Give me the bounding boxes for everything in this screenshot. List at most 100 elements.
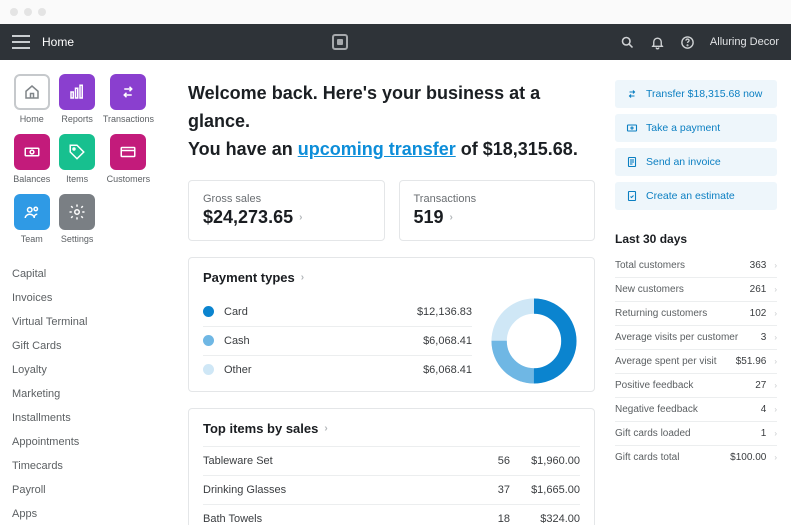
sidebar-link-gift-cards[interactable]: Gift Cards <box>12 334 154 358</box>
sidebar-link-virtual-terminal[interactable]: Virtual Terminal <box>12 310 154 334</box>
sidebar-link-marketing[interactable]: Marketing <box>12 382 154 406</box>
cash-icon <box>14 134 50 170</box>
square-logo-icon <box>332 34 348 50</box>
last-30-days-title: Last 30 days <box>615 232 777 246</box>
quick-action-estimate[interactable]: Create an estimate <box>615 182 777 210</box>
quick-action-label: Create an estimate <box>646 190 735 202</box>
payment-types-card: Payment types› Card$12,136.83Cash$6,068.… <box>188 257 595 392</box>
sidebar-link-capital[interactable]: Capital <box>12 262 154 286</box>
last30-value: 4 <box>761 404 767 415</box>
payment-type-name: Other <box>224 364 423 376</box>
nav-tile-transactions[interactable]: Transactions <box>103 74 154 124</box>
legend-dot-icon <box>203 335 214 346</box>
payment-type-value: $6,068.41 <box>423 335 472 347</box>
home-icon <box>14 74 50 110</box>
chevron-right-icon: › <box>774 333 777 342</box>
quick-action-label: Transfer $18,315.68 now <box>646 88 762 100</box>
sidebar-link-invoices[interactable]: Invoices <box>12 286 154 310</box>
payment-type-name: Card <box>224 306 417 318</box>
tag-icon <box>59 134 95 170</box>
chevron-right-icon[interactable]: › <box>301 272 304 283</box>
payment-type-value: $6,068.41 <box>423 364 472 376</box>
top-item-row: Drinking Glasses37$1,665.00 <box>203 475 580 504</box>
payment-type-row: Cash$6,068.41 <box>203 326 472 355</box>
last30-row[interactable]: New customers261› <box>615 277 777 301</box>
transactions-value: 519 <box>414 207 444 228</box>
nav-tile-settings[interactable]: Settings <box>57 194 96 244</box>
top-item-amount: $1,960.00 <box>510 455 580 467</box>
nav-tile-team[interactable]: Team <box>12 194 51 244</box>
last30-row[interactable]: Positive feedback27› <box>615 373 777 397</box>
nav-tile-label: Customers <box>107 174 151 184</box>
last30-value: 102 <box>750 308 767 319</box>
quick-action-transfer[interactable]: Transfer $18,315.68 now <box>615 80 777 108</box>
chevron-right-icon[interactable]: › <box>324 423 327 434</box>
last30-label: Total customers <box>615 260 750 271</box>
last30-row[interactable]: Average visits per customer3› <box>615 325 777 349</box>
top-items-title: Top items by sales <box>203 421 318 436</box>
nav-tile-label: Home <box>20 114 44 124</box>
hamburger-menu-icon[interactable] <box>12 35 30 49</box>
gross-sales-value: $24,273.65 <box>203 207 293 228</box>
top-item-amount: $324.00 <box>510 513 580 525</box>
quick-action-invoice[interactable]: Send an invoice <box>615 148 777 176</box>
last30-value: 27 <box>755 380 766 391</box>
sidebar-link-timecards[interactable]: Timecards <box>12 454 154 478</box>
nav-tile-home[interactable]: Home <box>12 74 51 124</box>
arrows-icon <box>110 74 146 110</box>
card-icon <box>110 134 146 170</box>
account-name[interactable]: Alluring Decor <box>710 36 779 48</box>
top-item-qty: 37 <box>470 484 510 496</box>
sidebar-link-loyalty[interactable]: Loyalty <box>12 358 154 382</box>
top-item-row: Bath Towels18$324.00 <box>203 504 580 525</box>
nav-tile-label: Settings <box>61 234 94 244</box>
traffic-light-min[interactable] <box>24 8 32 16</box>
last30-label: Gift cards total <box>615 452 730 463</box>
chevron-right-icon: › <box>774 309 777 318</box>
headline-line1: Welcome back. Here's your business at a … <box>188 83 540 131</box>
sidebar-link-apps[interactable]: Apps <box>12 502 154 525</box>
sidebar-link-appointments[interactable]: Appointments <box>12 430 154 454</box>
last30-row[interactable]: Gift cards total$100.00› <box>615 445 777 469</box>
nav-tile-items[interactable]: Items <box>57 134 96 184</box>
transactions-card[interactable]: Transactions 519› <box>399 180 596 241</box>
sidebar-link-installments[interactable]: Installments <box>12 406 154 430</box>
headline-line2a: You have an <box>188 139 298 159</box>
chevron-right-icon: › <box>299 212 302 223</box>
last30-value: 261 <box>750 284 767 295</box>
last30-row[interactable]: Returning customers102› <box>615 301 777 325</box>
top-item-name: Tableware Set <box>203 455 470 467</box>
chevron-right-icon: › <box>774 261 777 270</box>
nav-tile-customers[interactable]: Customers <box>103 134 154 184</box>
legend-dot-icon <box>203 364 214 375</box>
last30-row[interactable]: Negative feedback4› <box>615 397 777 421</box>
last30-row[interactable]: Average spent per visit$51.96› <box>615 349 777 373</box>
top-item-row: Tableware Set56$1,960.00 <box>203 446 580 475</box>
transfer-icon <box>625 88 638 100</box>
quick-action-payment[interactable]: Take a payment <box>615 114 777 142</box>
last30-row[interactable]: Gift cards loaded1› <box>615 421 777 445</box>
chevron-right-icon: › <box>774 357 777 366</box>
last30-value: $51.96 <box>736 356 767 367</box>
chevron-right-icon: › <box>774 453 777 462</box>
help-icon[interactable] <box>680 34 696 50</box>
nav-tile-balances[interactable]: Balances <box>12 134 51 184</box>
payment-type-row: Other$6,068.41 <box>203 355 472 384</box>
top-item-qty: 56 <box>470 455 510 467</box>
top-item-qty: 18 <box>470 513 510 525</box>
traffic-light-max[interactable] <box>38 8 46 16</box>
page-title: Home <box>42 35 74 49</box>
bell-icon[interactable] <box>650 34 666 50</box>
nav-tile-reports[interactable]: Reports <box>57 74 96 124</box>
bars-icon <box>59 74 95 110</box>
sidebar-link-payroll[interactable]: Payroll <box>12 478 154 502</box>
upcoming-transfer-link[interactable]: upcoming transfer <box>298 139 456 159</box>
chevron-right-icon: › <box>774 429 777 438</box>
last30-row[interactable]: Total customers363› <box>615 254 777 277</box>
top-nav-bar: Home Alluring Decor <box>0 24 791 60</box>
chevron-right-icon: › <box>774 381 777 390</box>
search-icon[interactable] <box>620 34 636 50</box>
traffic-light-close[interactable] <box>10 8 18 16</box>
top-item-name: Bath Towels <box>203 513 470 525</box>
gross-sales-card[interactable]: Gross sales $24,273.65› <box>188 180 385 241</box>
